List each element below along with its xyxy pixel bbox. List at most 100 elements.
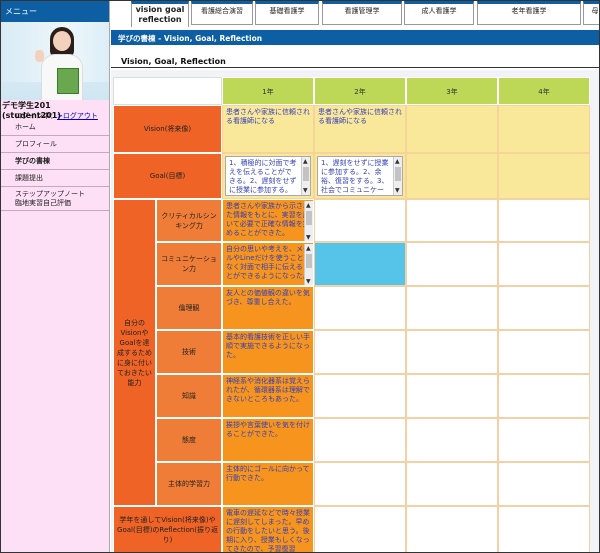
row-label-communication: コミュニケーション力 xyxy=(156,242,222,286)
communication-cell-y3[interactable] xyxy=(406,242,498,286)
critical-text-y1: 患者さんや家族から示された情報をもとに、実習を用いて必要で正確な情報を集めること… xyxy=(226,202,310,237)
sidebar-item-stepup[interactable]: ステップアップノート 臨地実習自己評価 xyxy=(1,187,109,211)
skill-text-y1: 基本的看護技術を正しい手順で実施できるようになった。 xyxy=(226,333,310,359)
goal-cell-y3[interactable] xyxy=(406,153,498,199)
row-label-critical-thinking: クリティカルシンキング力 xyxy=(156,199,222,242)
reflection-cell-y4[interactable] xyxy=(498,506,590,552)
year-header-2: 2年 xyxy=(314,77,406,105)
vision-cell-y4[interactable] xyxy=(498,105,590,153)
year-header-3: 3年 xyxy=(406,77,498,105)
independent-text-y1: 主体的にゴールに向かって行動できた。 xyxy=(226,465,310,482)
goal-cell-y2: 1、遅刻をせずに授業に参加する。2、余裕、復習をする。3、社会でコミュニケーショ… xyxy=(314,153,406,199)
avatar xyxy=(1,22,109,100)
vision-text-y1: 患者さんや家族に信頼される看護師になる xyxy=(226,108,310,125)
tab-integrated-practice[interactable]: 看護総合演習 xyxy=(191,1,253,25)
skill-cell-y2[interactable] xyxy=(314,330,406,374)
reflection-cell-y1[interactable]: 電車の遅延などで時々授業に遅刻してしまった。早めの行動をしたいと思う。後期に入り… xyxy=(222,506,314,553)
knowledge-cell-y1[interactable]: 神経系や消化器系は覚えられたが、循環器系は理解できないところもあった。 xyxy=(222,374,314,418)
row-label-ethics: 倫理観 xyxy=(156,286,222,330)
row-label-reflection: 学年を通してVision(将来像)やGoal(目標)のReflection(振り… xyxy=(113,506,222,552)
vision-cell-y2[interactable]: 患者さんや家族に信頼される看護師になる xyxy=(314,105,406,153)
critical-cell-y3[interactable] xyxy=(406,199,498,242)
scroll-up-icon[interactable]: ▲ xyxy=(303,158,308,165)
row-label-goal: Goal(目標) xyxy=(113,153,222,199)
scrollbar[interactable]: ▲ ▼ xyxy=(304,244,313,285)
sidebar-item-learning-book[interactable]: 学びの書棟 xyxy=(1,153,109,170)
tab-maternal-nursing[interactable]: 母 xyxy=(583,1,599,25)
row-label-skill: 技術 xyxy=(156,330,222,374)
goal-cell-y1: 1、積極的に対面で考えを伝えることができる。2、遅刻をせずに授業に参加する。 ▲… xyxy=(222,153,314,199)
sidebar-item-stepup-label: ステップアップノート xyxy=(15,190,85,198)
independent-cell-y3[interactable] xyxy=(406,462,498,506)
ethics-cell-y3[interactable] xyxy=(406,286,498,330)
scroll-up-icon[interactable]: ▲ xyxy=(306,202,311,209)
independent-cell-y2[interactable] xyxy=(314,462,406,506)
goal-textarea-y2[interactable]: 1、遅刻をせずに授業に参加する。2、余裕、復習をする。3、社会でコミュニケーショ… xyxy=(317,156,403,196)
critical-cell-y4[interactable] xyxy=(498,199,590,242)
knowledge-cell-y4[interactable] xyxy=(498,374,590,418)
skill-cell-y4[interactable] xyxy=(498,330,590,374)
row-group-abilities: 自分のVisionやGoalを達成するために身に付いておきたい能力 xyxy=(113,199,156,506)
ethics-cell-y4[interactable] xyxy=(498,286,590,330)
ethics-cell-y2[interactable] xyxy=(314,286,406,330)
critical-cell-y2[interactable] xyxy=(314,199,406,242)
tab-fundamental-nursing[interactable]: 基礎看護学 xyxy=(255,1,319,25)
independent-cell-y4[interactable] xyxy=(498,462,590,506)
scroll-up-icon[interactable]: ▲ xyxy=(306,245,311,252)
scrollbar[interactable]: ▲ ▼ xyxy=(304,201,313,241)
tab-geriatric-nursing[interactable]: 老年看護学 xyxy=(477,1,581,25)
page-frame: メニュー デモ学生201 (student201) ログイン中：>ログアウト ホ… xyxy=(0,0,600,553)
tab-vision-goal-reflection[interactable]: vision goal reflection xyxy=(131,1,189,27)
scroll-down-icon[interactable]: ▼ xyxy=(306,234,311,241)
goal-cell-y4[interactable] xyxy=(498,153,590,199)
skill-cell-y1[interactable]: 基本的看護技術を正しい手順で実施できるようになった。 xyxy=(222,330,314,374)
row-label-knowledge: 知識 xyxy=(156,374,222,418)
year-header-4: 4年 xyxy=(498,77,590,105)
communication-text-y1: 自分の思いや考えを、メールやLineだけを使うことなく対面で相手に伝えることがで… xyxy=(226,245,310,280)
scroll-down-icon[interactable]: ▼ xyxy=(306,278,311,285)
tab-bar: vision goal reflection 看護総合演習 基礎看護学 看護管理… xyxy=(111,1,599,27)
goal-textarea-y1[interactable]: 1、積極的に対面で考えを伝えることができる。2、遅刻をせずに授業に参加する。 ▲… xyxy=(225,156,311,196)
scroll-up-icon[interactable]: ▲ xyxy=(395,158,400,165)
skill-cell-y3[interactable] xyxy=(406,330,498,374)
knowledge-cell-y2[interactable] xyxy=(314,374,406,418)
ethics-text-y1: 友人との価値観の違いを気づき、尊重し合えた。 xyxy=(226,289,310,306)
ethics-cell-y1[interactable]: 友人との価値観の違いを気づき、尊重し合えた。 xyxy=(222,286,314,330)
reflection-cell-y2[interactable] xyxy=(314,506,406,552)
reflection-cell-y3[interactable] xyxy=(406,506,498,552)
scroll-down-icon[interactable]: ▼ xyxy=(303,187,308,194)
critical-cell-y1[interactable]: 患者さんや家族から示された情報をもとに、実習を用いて必要で正確な情報を集めること… xyxy=(222,199,314,242)
sidebar-item-home[interactable]: ホーム xyxy=(1,119,109,136)
sidebar-nav: ホーム プロフィール 学びの書棟 課題提出 ステップアップノート 臨地実習自己評… xyxy=(1,119,109,211)
scrollbar[interactable]: ▲ ▼ xyxy=(301,157,310,195)
knowledge-cell-y3[interactable] xyxy=(406,374,498,418)
sidebar-item-clinical-eval-label: 臨地実習自己評価 xyxy=(15,199,71,207)
attitude-cell-y4[interactable] xyxy=(498,418,590,462)
attitude-text-y1: 挨拶や言葉使いを気を付けることができた。 xyxy=(226,421,310,438)
attitude-cell-y3[interactable] xyxy=(406,418,498,462)
row-label-independent-learning: 主体的学習力 xyxy=(156,462,222,506)
vision-text-y2: 患者さんや家族に信頼される看護師になる xyxy=(318,108,402,125)
table-corner xyxy=(113,77,222,105)
sidebar-item-profile[interactable]: プロフィール xyxy=(1,136,109,153)
tab-label-line1: vision goal xyxy=(135,5,185,14)
vision-cell-y3[interactable] xyxy=(406,105,498,153)
goal-text-y2: 1、遅刻をせずに授業に参加する。2、余裕、復習をする。3、社会でコミュニケーショ… xyxy=(321,159,389,194)
tab-nursing-management[interactable]: 看護管理学 xyxy=(322,1,402,25)
communication-cell-y1[interactable]: 自分の思いや考えを、メールやLineだけを使うことなく対面で相手に伝えることがで… xyxy=(222,242,314,286)
sub-title: Vision, Goal, Reflection xyxy=(121,57,226,66)
row-label-attitude: 態度 xyxy=(156,418,222,462)
attitude-cell-y2[interactable] xyxy=(314,418,406,462)
communication-cell-y2[interactable] xyxy=(314,242,406,286)
tab-label-line2: reflection xyxy=(138,15,182,24)
independent-cell-y1[interactable]: 主体的にゴールに向かって行動できた。 xyxy=(222,462,314,506)
sidebar-item-assignments[interactable]: 課題提出 xyxy=(1,170,109,187)
knowledge-text-y1: 神経系や消化器系は覚えられたが、循環器系は理解できないところもあった。 xyxy=(226,377,310,403)
scroll-down-icon[interactable]: ▼ xyxy=(395,187,400,194)
scrollbar[interactable]: ▲ ▼ xyxy=(393,157,402,195)
vision-cell-y1[interactable]: 患者さんや家族に信頼される看護師になる xyxy=(222,105,314,153)
tab-adult-nursing[interactable]: 成人看護学 xyxy=(404,1,474,25)
communication-cell-y4[interactable] xyxy=(498,242,590,286)
attitude-cell-y1[interactable]: 挨拶や言葉使いを気を付けることができた。 xyxy=(222,418,314,462)
reflection-text-y1: 電車の遅延などで時々授業に遅刻してしまった。早めの行動をしたいと思う。後期に入り… xyxy=(226,509,310,553)
